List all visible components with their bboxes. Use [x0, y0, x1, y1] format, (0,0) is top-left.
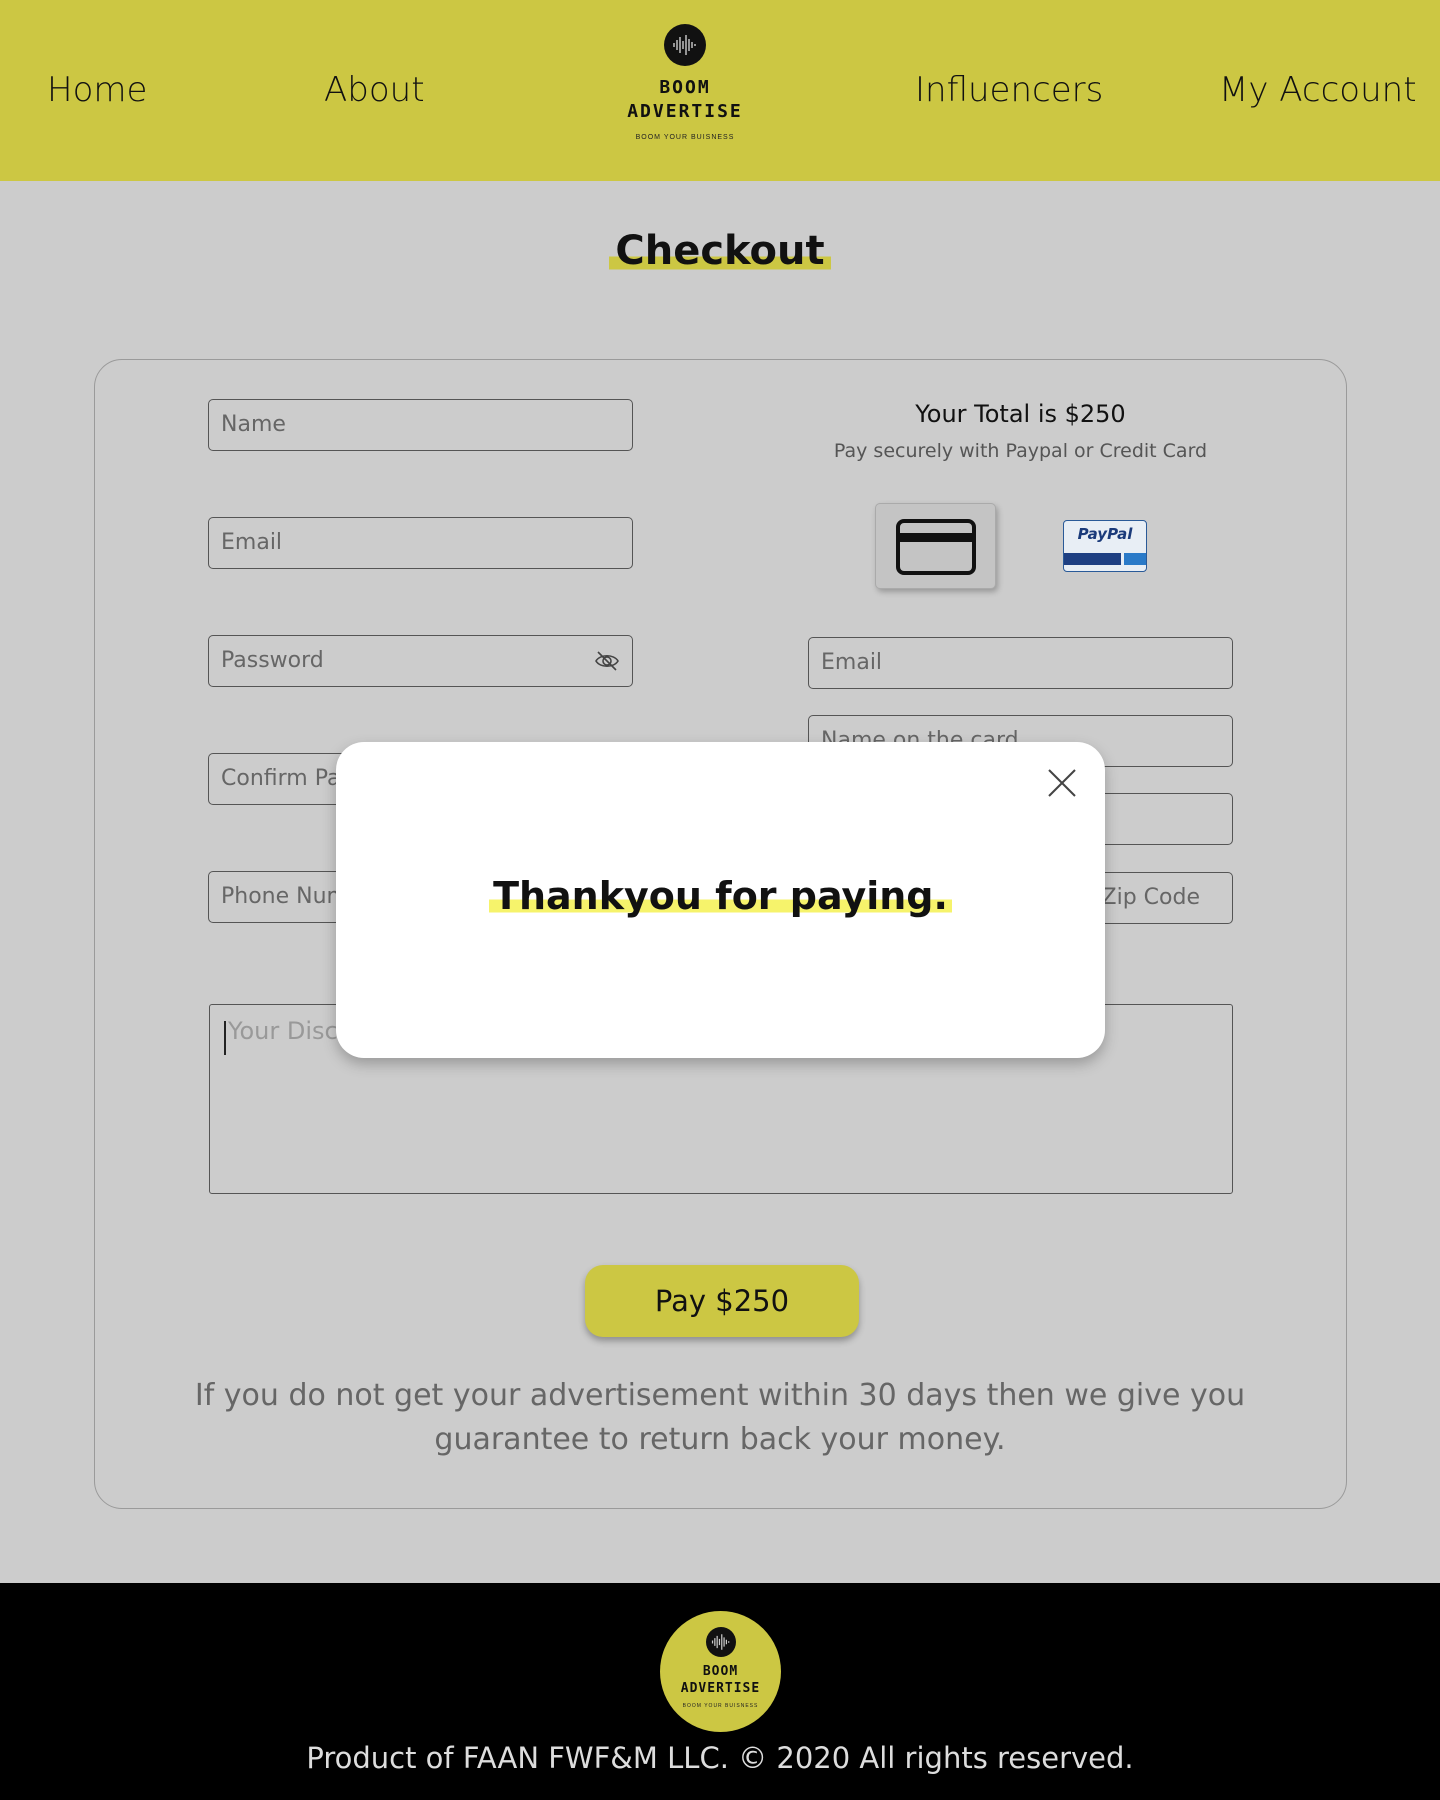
footer-brand-line1: BOOM: [702, 1664, 739, 1679]
header-logo[interactable]: BOOM ADVERTISE BOOM YOUR BUISNESS: [620, 22, 750, 152]
credit-card-icon: [896, 519, 976, 575]
soundwave-icon: [705, 1627, 736, 1657]
thank-you-modal: Thankyou for paying.: [336, 742, 1105, 1058]
credit-card-option[interactable]: [875, 503, 996, 589]
footer-logo[interactable]: BOOM ADVERTISE BOOM YOUR BUISNESS: [660, 1611, 781, 1732]
page-title-wrap: Checkout: [0, 228, 1440, 274]
footer-brand-tagline: BOOM YOUR BUISNESS: [682, 1703, 759, 1709]
eye-slash-icon[interactable]: [594, 649, 620, 673]
text-caret: [224, 1021, 226, 1055]
zip-placeholder: Zip Code: [1101, 885, 1200, 910]
nav-influencers-link[interactable]: Influencers: [915, 70, 1103, 110]
brand-name-line2: ADVERTISE: [627, 101, 743, 122]
password-field[interactable]: Password: [208, 635, 633, 687]
soundwave-icon: [664, 24, 706, 66]
payment-email-field[interactable]: Email: [808, 637, 1233, 689]
page-title: Checkout: [609, 228, 831, 274]
pay-button[interactable]: Pay $250: [585, 1265, 859, 1337]
footer-brand-line2: ADVERTISE: [680, 1681, 761, 1696]
close-icon[interactable]: [1045, 766, 1079, 800]
paypal-logo-text: PayPal: [1077, 525, 1133, 543]
nav-account-link[interactable]: My Account: [1219, 70, 1417, 110]
nav-about-link[interactable]: About: [324, 70, 425, 110]
paypal-option[interactable]: PayPal: [1063, 520, 1147, 572]
nav-home-link[interactable]: Home: [47, 70, 147, 110]
email-field[interactable]: Email: [208, 517, 633, 569]
brand-tagline: BOOM YOUR BUISNESS: [635, 134, 735, 141]
copyright-text: Product of FAAN FWF&M LLC. © 2020 All ri…: [306, 1741, 1134, 1775]
payment-summary: Your Total is $250 Pay securely with Pay…: [808, 400, 1233, 462]
name-field[interactable]: Name: [208, 399, 633, 451]
payment-subtitle: Pay securely with Paypal or Credit Card: [833, 440, 1208, 462]
site-header: Home About BOOM ADVERTISE BOOM YOUR BUIS…: [0, 0, 1440, 181]
total-amount: Your Total is $250: [915, 400, 1126, 428]
password-placeholder: Password: [221, 648, 324, 673]
site-footer: BOOM ADVERTISE BOOM YOUR BUISNESS Produc…: [0, 1583, 1440, 1800]
brand-name-line1: BOOM: [659, 77, 711, 98]
guarantee-text: If you do not get your advertisement wit…: [194, 1378, 1246, 1457]
thank-you-message: Thankyou for paying.: [489, 874, 952, 918]
